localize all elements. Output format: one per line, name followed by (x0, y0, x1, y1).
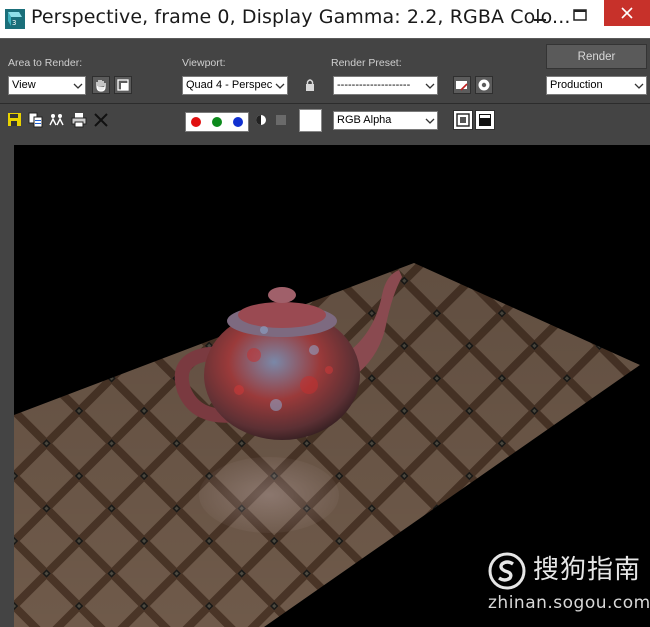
chevron-down-icon (631, 77, 646, 94)
toggle-ui-overlay-icon (456, 113, 470, 127)
copy-image-icon[interactable] (28, 112, 44, 128)
minimize-button[interactable] (518, 0, 562, 30)
lock-viewport-button[interactable] (301, 76, 319, 94)
watermark-brand: 搜狗指南 (533, 555, 642, 585)
area-to-render-label: Area to Render: (8, 57, 83, 69)
mono-icon[interactable] (276, 115, 286, 125)
display-alpha-icon[interactable] (255, 114, 267, 126)
chevron-down-icon (422, 77, 437, 94)
toolbar-divider (0, 103, 650, 104)
preset-save-icon (456, 81, 468, 91)
viewport-label: Viewport: (182, 57, 226, 69)
teapot-lid-knob (268, 287, 296, 303)
color-swatch[interactable] (299, 109, 322, 132)
green-channel-toggle[interactable] (211, 117, 222, 127)
chevron-down-icon (70, 77, 85, 94)
production-select[interactable]: Production (546, 76, 647, 95)
teapot-reflection (199, 457, 339, 533)
close-button[interactable] (604, 0, 650, 26)
area-to-render-select[interactable]: View (8, 76, 86, 95)
frame-buffer-toolbar: RGB Alpha (0, 105, 650, 133)
render-frame-area: 搜狗指南 zhinan.sogou.com (0, 133, 650, 627)
render-button[interactable]: Render (546, 44, 647, 69)
clone-window-icon[interactable] (49, 112, 65, 128)
render-preset-label: Render Preset: (331, 57, 402, 69)
svg-text:3: 3 (12, 19, 16, 27)
preset-settings-icon (478, 79, 490, 91)
rendered-image[interactable]: 搜狗指南 zhinan.sogou.com (14, 145, 650, 627)
render-preset-select[interactable]: -------------------- (333, 76, 438, 95)
channel-display-select[interactable]: RGB Alpha (333, 111, 438, 130)
save-image-icon[interactable] (7, 112, 23, 128)
watermark-url: zhinan.sogou.com (488, 593, 650, 613)
chevron-down-icon (272, 77, 287, 94)
window-title: Perspective, frame 0, Display Gamma: 2.2… (31, 6, 571, 28)
app-3dsmax-icon: 3 (5, 9, 25, 29)
print-icon[interactable] (71, 112, 87, 128)
chevron-down-icon (422, 112, 437, 129)
maximize-icon (573, 9, 587, 21)
viewport-select[interactable]: Quad 4 - Perspec (182, 76, 288, 95)
title-bar[interactable]: 3 Perspective, frame 0, Display Gamma: 2… (0, 0, 650, 38)
close-icon (621, 7, 633, 19)
toggle-ui-button[interactable] (475, 110, 495, 130)
red-channel-toggle[interactable] (191, 117, 202, 127)
blue-channel-toggle[interactable] (232, 117, 243, 127)
render-setup-button[interactable] (453, 76, 471, 94)
toggle-ui-overlay-button[interactable] (453, 110, 473, 130)
toggle-ui-icon (479, 114, 491, 126)
clear-icon[interactable] (93, 112, 109, 128)
maximize-button[interactable] (558, 0, 602, 30)
render-controls-panel: Area to Render: View Viewport: Quad 4 - … (0, 38, 650, 133)
environment-effects-button[interactable] (475, 76, 493, 94)
auto-region-button[interactable] (114, 76, 132, 94)
channel-toggles (185, 112, 249, 132)
hand-icon (96, 80, 106, 92)
region-icon (117, 79, 129, 91)
minimize-icon (534, 19, 546, 21)
edit-region-button[interactable] (92, 76, 110, 94)
sogou-logo-icon (488, 552, 526, 590)
lock-icon (306, 79, 314, 91)
